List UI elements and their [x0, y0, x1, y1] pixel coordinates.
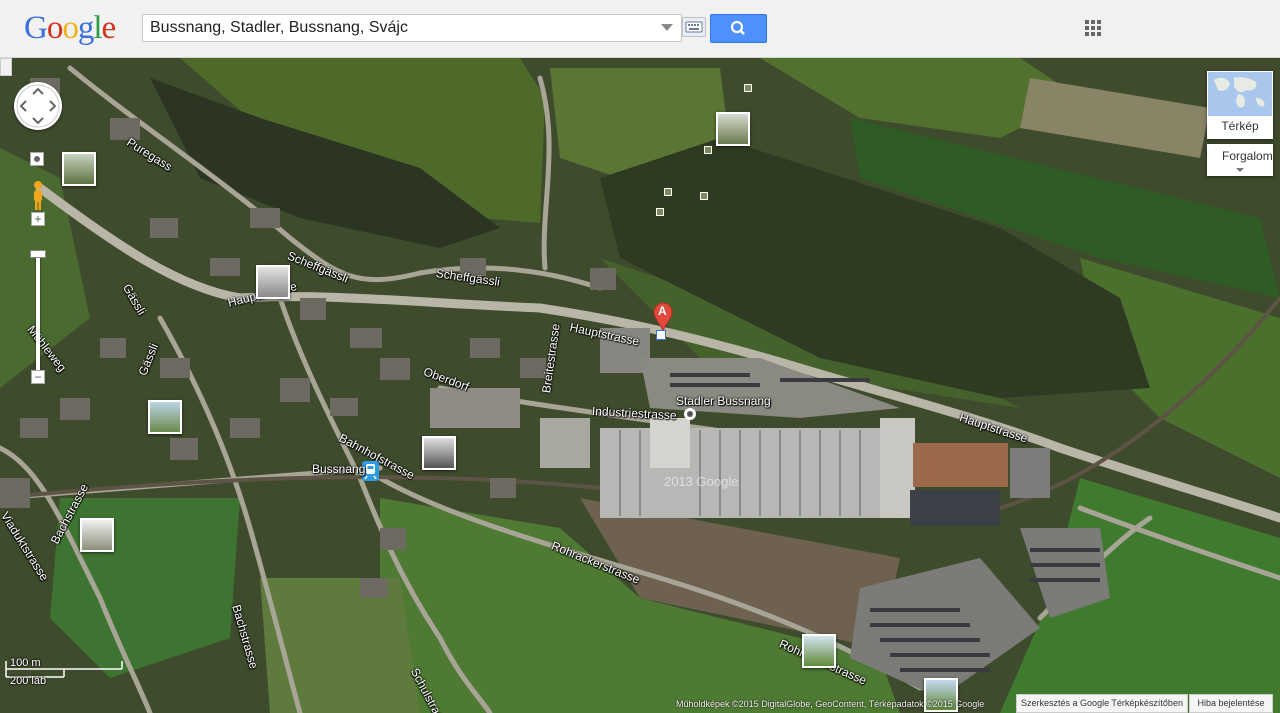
my-location-icon[interactable] — [30, 152, 44, 166]
photo-marker[interactable] — [704, 146, 712, 154]
photo-thumbnail[interactable] — [256, 265, 290, 299]
map-maker-edit-link[interactable]: Szerkesztés a Google Térképkészítőben — [1016, 694, 1188, 713]
pan-control[interactable] — [14, 82, 62, 130]
search-icon — [730, 20, 745, 35]
google-logo[interactable]: Google — [24, 10, 117, 47]
logo-letter: l — [93, 10, 102, 46]
zoom-in-button[interactable]: + — [31, 212, 45, 226]
map-type-label: Térkép — [1221, 119, 1259, 133]
top-bar: Google — [0, 0, 1280, 58]
scale-metric: 100 m — [10, 657, 41, 669]
keyboard-icon[interactable] — [682, 17, 706, 37]
imagery-watermark: 2013 Google — [664, 474, 739, 489]
photo-thumbnail[interactable] — [80, 518, 114, 552]
photo-thumbnail[interactable] — [802, 634, 836, 668]
zoom-slider-track[interactable] — [36, 258, 40, 378]
photo-marker[interactable] — [656, 208, 664, 216]
pegman-icon[interactable] — [31, 180, 45, 212]
side-panel-toggle[interactable] — [0, 58, 12, 76]
report-problem-link[interactable]: Hiba bejelentése — [1189, 694, 1273, 713]
photo-thumbnail[interactable] — [62, 152, 96, 186]
logo-letter: G — [24, 10, 48, 46]
chevron-down-icon — [1236, 168, 1244, 172]
photo-thumbnail[interactable] — [148, 400, 182, 434]
search-button[interactable] — [710, 14, 767, 43]
map-type-toggle[interactable]: Térkép — [1207, 71, 1273, 139]
zoom-slider-handle[interactable] — [30, 250, 46, 258]
map-scale[interactable]: 100 m 200 láb — [4, 657, 128, 691]
logo-letter: e — [101, 10, 117, 46]
apps-grid-icon[interactable] — [1084, 19, 1102, 37]
search-box — [142, 14, 682, 42]
scale-imperial: 200 láb — [10, 675, 47, 687]
search-input[interactable] — [143, 15, 667, 41]
poi-icon[interactable] — [684, 408, 696, 420]
location-marker[interactable]: A — [652, 302, 674, 333]
map-type-thumbnail — [1208, 72, 1272, 116]
marker-photo-icon[interactable] — [656, 330, 666, 340]
photo-marker[interactable] — [744, 84, 752, 92]
photo-marker[interactable] — [664, 188, 672, 196]
chevron-down-icon[interactable] — [661, 24, 673, 31]
photo-thumbnail[interactable] — [716, 112, 750, 146]
imagery-attribution: Műholdképek ©2015 DigitalGlobe, GeoConte… — [676, 699, 985, 709]
marker-letter: A — [658, 304, 667, 318]
station-label[interactable]: Bussnang — [312, 462, 365, 476]
photo-marker[interactable] — [700, 192, 708, 200]
logo-letter: o — [46, 10, 63, 46]
logo-letter: g — [77, 10, 94, 46]
traffic-layer-button[interactable]: Forgalom — [1207, 144, 1273, 176]
logo-letter: o — [62, 10, 78, 46]
satellite-imagery — [0, 58, 1280, 713]
photo-thumbnail[interactable] — [422, 436, 456, 470]
satellite-map[interactable]: Puregass Scheffgässli Scheffgässli Haupt… — [0, 58, 1280, 713]
zoom-out-button[interactable]: − — [31, 370, 45, 384]
traffic-label: Forgalom — [1222, 149, 1273, 163]
poi-label[interactable]: Stadler Bussnang — [676, 394, 771, 408]
